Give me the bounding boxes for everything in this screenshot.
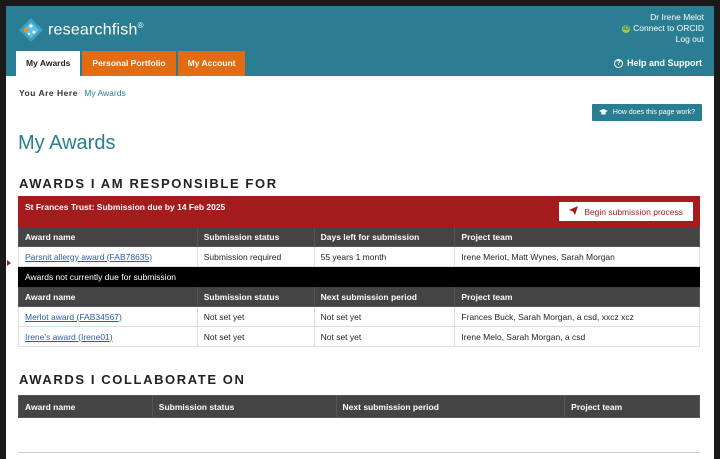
connect-orcid-label: Connect to ORCID [633,23,704,33]
not-due-banner-row: Awards not currently due for submission [18,266,700,287]
submission-status-cell: Submission required [196,246,315,267]
footer-divider [18,452,700,453]
due-banner-cell: St Frances Trust: Submission due by 14 F… [18,196,700,227]
table-row: Irene's award (Irene01) Not set yet Not … [18,326,700,347]
column-header: Project team [454,286,700,307]
collaborate-header-row: Award name Submission status Next submis… [18,395,700,418]
orcid-icon: iD [622,24,631,33]
collaborate-awards-table: Award name Submission status Next submis… [18,395,700,418]
column-header: Next submission period [335,395,566,418]
submission-status-cell: Not set yet [196,326,315,347]
how-does-this-page-work-button[interactable]: How does this page work? [591,104,702,121]
logout-link[interactable]: Log out [622,34,704,45]
tab-personal-portfolio[interactable]: Personal Portfolio [82,51,176,76]
site-header: researchfish® Dr Irene Melot iD Connect … [6,6,714,76]
tab-my-awards[interactable]: My Awards [16,51,81,76]
researchfish-logo[interactable]: researchfish® [18,17,144,43]
breadcrumb: You Are Here My Awards [19,88,126,98]
not-due-banner-text: Awards not currently due for submission [18,266,700,287]
user-block: Dr Irene Melot iD Connect to ORCID Log o… [622,12,704,45]
section-title-collaborate: AWARDS I COLLABORATE ON [19,372,246,387]
award-name-cell: Merlot award (FAB34567) [18,306,198,327]
next-period-cell: Not set yet [313,326,456,347]
award-link[interactable]: Merlot award (FAB34567) [25,312,122,322]
next-period-cell: Not set yet [313,306,456,327]
due-banner-text: St Frances Trust: Submission due by 14 F… [25,202,226,212]
project-team-cell: Irene Meriot, Matt Wynes, Sarah Morgan [454,246,700,267]
column-header: Award name [18,226,198,247]
help-label: Help and Support [627,58,702,68]
begin-submission-button[interactable]: Begin submission process [559,202,693,221]
submission-status-cell: Not set yet [196,306,315,327]
award-name-cell: Irene's award (Irene01) [18,326,198,347]
project-team-cell: Irene Melo, Sarah Morgan, a csd [454,326,700,347]
help-and-support-link[interactable]: ? Help and Support [614,58,702,68]
app-frame: researchfish® Dr Irene Melot iD Connect … [6,6,714,459]
column-header: Days left for submission [313,226,456,247]
column-header: Submission status [196,286,315,307]
researchfish-logo-icon [18,17,44,43]
project-team-cell: Frances Buck, Sarah Morgan, a csd, xxcz … [454,306,700,327]
column-header: Project team [454,226,700,247]
column-header: Award name [18,286,198,307]
user-name: Dr Irene Melot [650,12,704,22]
logo-text: researchfish® [48,20,144,39]
not-due-header-row: Award name Submission status Next submis… [18,286,700,307]
column-header: Award name [18,395,153,418]
row-pointer-icon [7,260,11,266]
section-title-responsible: AWARDS I AM RESPONSIBLE FOR [19,176,278,191]
column-header: Submission status [196,226,315,247]
table-row: Parsnit allergy award (FAB78635) Submiss… [18,246,700,267]
begin-submission-label: Begin submission process [584,206,683,217]
graduation-cap-icon [598,109,613,116]
main-tabs: My Awards Personal Portfolio My Account [16,51,247,76]
column-header: Project team [564,395,700,418]
page-title: My Awards [18,132,116,154]
tab-my-account[interactable]: My Account [177,51,246,76]
responsible-awards-table: St Frances Trust: Submission due by 14 F… [18,196,700,347]
due-header-row: Award name Submission status Days left f… [18,226,700,247]
column-header: Submission status [151,395,337,418]
help-icon: ? [614,58,623,68]
award-link[interactable]: Parsnit allergy award (FAB78635) [25,252,152,262]
table-row: Merlot award (FAB34567) Not set yet Not … [18,306,700,327]
paper-plane-icon [569,206,579,217]
award-link[interactable]: Irene's award (Irene01) [25,332,113,342]
days-left-cell: 55 years 1 month [313,246,456,267]
award-name-cell: Parsnit allergy award (FAB78635) [18,246,198,267]
breadcrumb-prefix: You Are Here [19,88,78,98]
how-button-label: How does this page work? [612,109,695,116]
due-banner-row: St Frances Trust: Submission due by 14 F… [18,196,700,227]
connect-orcid-link[interactable]: iD Connect to ORCID [622,23,704,34]
column-header: Next submission period [313,286,456,307]
breadcrumb-current-link[interactable]: My Awards [84,88,125,98]
